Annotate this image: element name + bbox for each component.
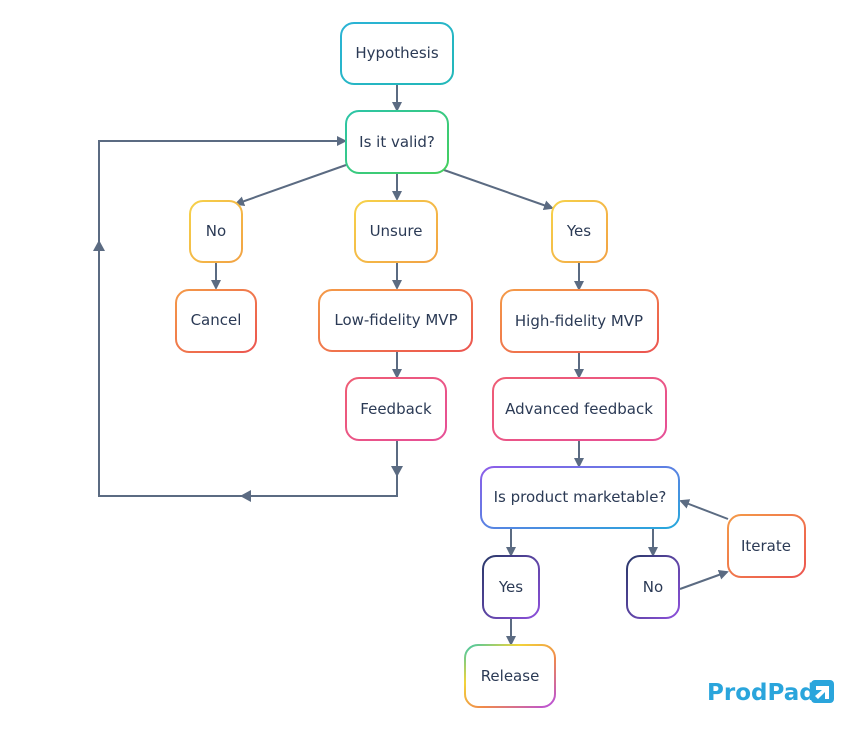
node-label: No (206, 222, 226, 240)
node-label: Yes (498, 578, 523, 596)
logo-text: ProdPad (707, 680, 816, 706)
node-is-product-marketable: Is product marketable? (480, 466, 680, 529)
node-advanced-feedback: Advanced feedback (492, 377, 667, 441)
node-label: High-fidelity MVP (515, 312, 643, 330)
node-label: No (643, 578, 663, 596)
node-hypothesis: Hypothesis (340, 22, 454, 85)
loop-arrow-up (93, 240, 105, 251)
prodpad-logo: ProdPad (707, 680, 834, 706)
node-label: Feedback (360, 400, 432, 418)
node-unsure: Unsure (354, 200, 438, 263)
node-label: Unsure (370, 222, 423, 240)
edge-no-iterate (679, 570, 729, 590)
node-label: Release (481, 667, 540, 685)
node-low-fidelity-mvp: Low-fidelity MVP (318, 289, 473, 352)
node-no: No (189, 200, 243, 263)
node-no-marketable: No (626, 555, 680, 619)
node-label: Low-fidelity MVP (334, 311, 457, 329)
loop-arrow-down (391, 466, 403, 477)
node-label: Hypothesis (355, 44, 438, 62)
node-label: Advanced feedback (505, 400, 653, 418)
flowchart: Hypothesis Is it valid? No Unsure Yes Ca… (93, 22, 834, 708)
node-label: Iterate (741, 537, 791, 555)
node-release: Release (464, 644, 556, 708)
edge-valid-no (234, 164, 347, 207)
node-is-valid: Is it valid? (345, 110, 449, 174)
node-label: Is product marketable? (494, 488, 667, 506)
node-yes-marketable: Yes (482, 555, 540, 619)
edge-valid-yes (443, 169, 554, 211)
node-yes: Yes (551, 200, 608, 263)
prodpad-logo-icon (811, 680, 834, 703)
node-cancel: Cancel (175, 289, 257, 353)
node-label: Cancel (191, 311, 242, 329)
node-iterate: Iterate (727, 514, 806, 578)
edge-iterate-marketable (679, 499, 729, 520)
loop-arrow-left (240, 490, 251, 502)
node-high-fidelity-mvp: High-fidelity MVP (500, 289, 659, 353)
node-label: Yes (566, 222, 591, 240)
node-label: Is it valid? (359, 133, 435, 151)
node-feedback: Feedback (345, 377, 447, 441)
